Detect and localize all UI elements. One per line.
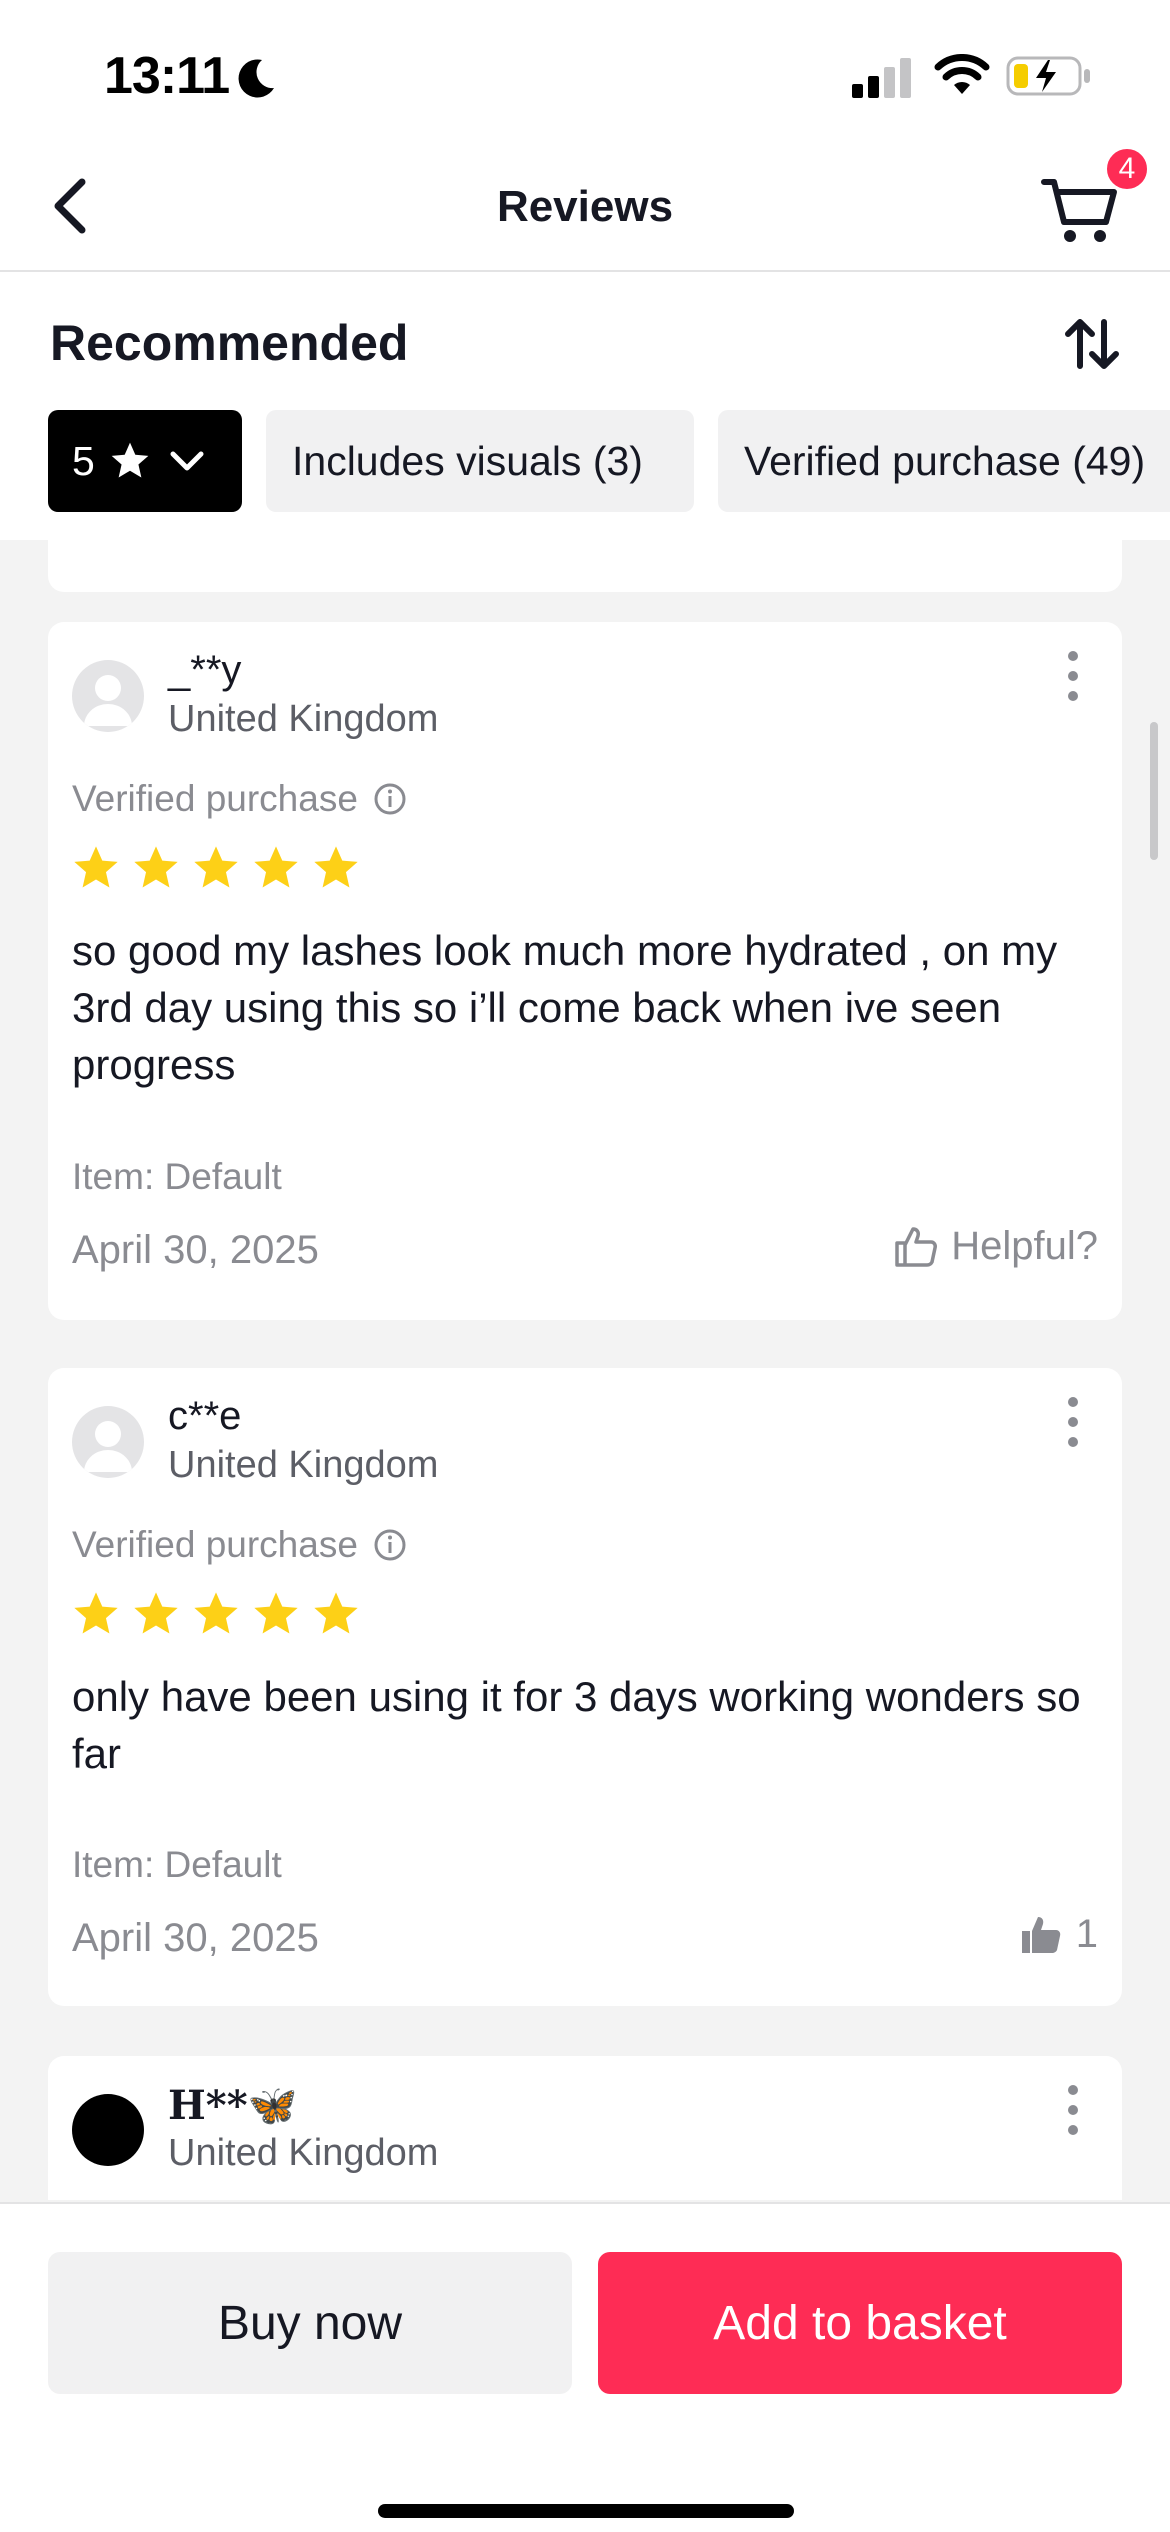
star-icon xyxy=(254,846,298,888)
info-icon[interactable] xyxy=(372,781,408,817)
star-rating xyxy=(70,842,362,894)
bottom-action-bar: Buy now Add to basket xyxy=(0,2202,1170,2532)
star-icon xyxy=(254,1592,298,1634)
star-icon xyxy=(314,1592,358,1634)
home-indicator xyxy=(378,2504,794,2518)
filter-area: Recommended 5 Includes visuals (3) Verif… xyxy=(0,272,1170,540)
verified-purchase-text: Verified purchase xyxy=(72,778,358,819)
rating-filter-chip[interactable]: 5 xyxy=(48,410,242,512)
review-username: c**e xyxy=(168,1394,242,1438)
verified-purchase-text: Verified purchase xyxy=(72,1524,358,1565)
star-icon xyxy=(111,442,149,478)
star-icon xyxy=(194,846,238,888)
cart-count-badge: 4 xyxy=(1104,146,1150,192)
visuals-filter-chip[interactable]: Includes visuals (3) xyxy=(266,410,694,512)
user-icon xyxy=(84,675,132,726)
review-date: April 30, 2025 xyxy=(72,1916,319,1960)
verified-filter-chip[interactable]: Verified purchase (49) xyxy=(718,410,1170,512)
helpful-button[interactable]: Helpful? xyxy=(893,1224,1098,1269)
star-icon xyxy=(314,846,358,888)
helpful-label: Helpful? xyxy=(951,1224,1098,1268)
star-icon xyxy=(74,1592,118,1634)
star-icon xyxy=(194,1592,238,1634)
more-options-icon[interactable] xyxy=(1048,646,1098,706)
header: Reviews xyxy=(0,140,1170,272)
thumbs-up-icon xyxy=(895,1226,938,1267)
buy-now-button[interactable]: Buy now xyxy=(48,2252,572,2394)
avatar[interactable] xyxy=(72,1406,144,1478)
review-card: H**🦋 United Kingdom xyxy=(48,2056,1122,2200)
review-card xyxy=(48,540,1122,592)
scrollbar[interactable] xyxy=(1150,722,1158,860)
star-icon xyxy=(74,846,118,888)
signal-icon xyxy=(852,58,911,98)
review-country: United Kingdom xyxy=(168,2132,439,2174)
thumbs-up-filled-icon xyxy=(1021,1916,1061,1953)
review-feed[interactable]: _**y United Kingdom Verified purchase so… xyxy=(0,540,1170,2200)
verified-purchase-label: Verified purchase xyxy=(72,1524,408,1566)
star-icon xyxy=(134,846,178,888)
review-text: so good my lashes look much more hydrate… xyxy=(72,927,1058,1088)
more-options-icon[interactable] xyxy=(1048,1392,1098,1452)
helpful-count: 1 xyxy=(1075,1912,1098,1956)
more-options-icon[interactable] xyxy=(1048,2080,1098,2140)
star-icon xyxy=(134,1592,178,1634)
wifi-icon xyxy=(934,54,990,94)
review-card: _**y United Kingdom Verified purchase so… xyxy=(48,622,1122,1320)
avatar[interactable] xyxy=(72,2094,144,2166)
helpful-button[interactable]: 1 xyxy=(1018,1912,1098,1957)
battery-icon xyxy=(1006,56,1090,96)
review-item-variant: Item: Default xyxy=(72,1844,282,1885)
review-date: April 30, 2025 xyxy=(72,1228,319,1272)
review-country: United Kingdom xyxy=(168,698,439,740)
avatar[interactable] xyxy=(72,660,144,732)
sort-icon[interactable] xyxy=(1060,312,1124,376)
status-bar: 13:11 xyxy=(0,0,1170,140)
add-to-basket-button[interactable]: Add to basket xyxy=(598,2252,1122,2394)
rating-filter-value: 5 xyxy=(72,437,95,484)
star-rating xyxy=(70,1588,362,1640)
chevron-down-icon xyxy=(170,451,204,471)
review-text: only have been using it for 3 days worki… xyxy=(72,1673,1081,1777)
info-icon[interactable] xyxy=(372,1527,408,1563)
review-card: c**e United Kingdom Verified purchase on… xyxy=(48,1368,1122,2006)
sort-label[interactable]: Recommended xyxy=(50,314,408,372)
verified-purchase-label: Verified purchase xyxy=(72,778,408,820)
moon-icon xyxy=(238,59,274,98)
review-username: H**🦋 xyxy=(168,2082,298,2129)
status-time: 13:11 xyxy=(104,47,230,105)
review-username: _**y xyxy=(168,648,242,692)
review-item-variant: Item: Default xyxy=(72,1156,282,1197)
review-country: United Kingdom xyxy=(168,1444,439,1486)
page-title: Reviews xyxy=(496,182,674,231)
user-icon xyxy=(84,1421,132,1472)
